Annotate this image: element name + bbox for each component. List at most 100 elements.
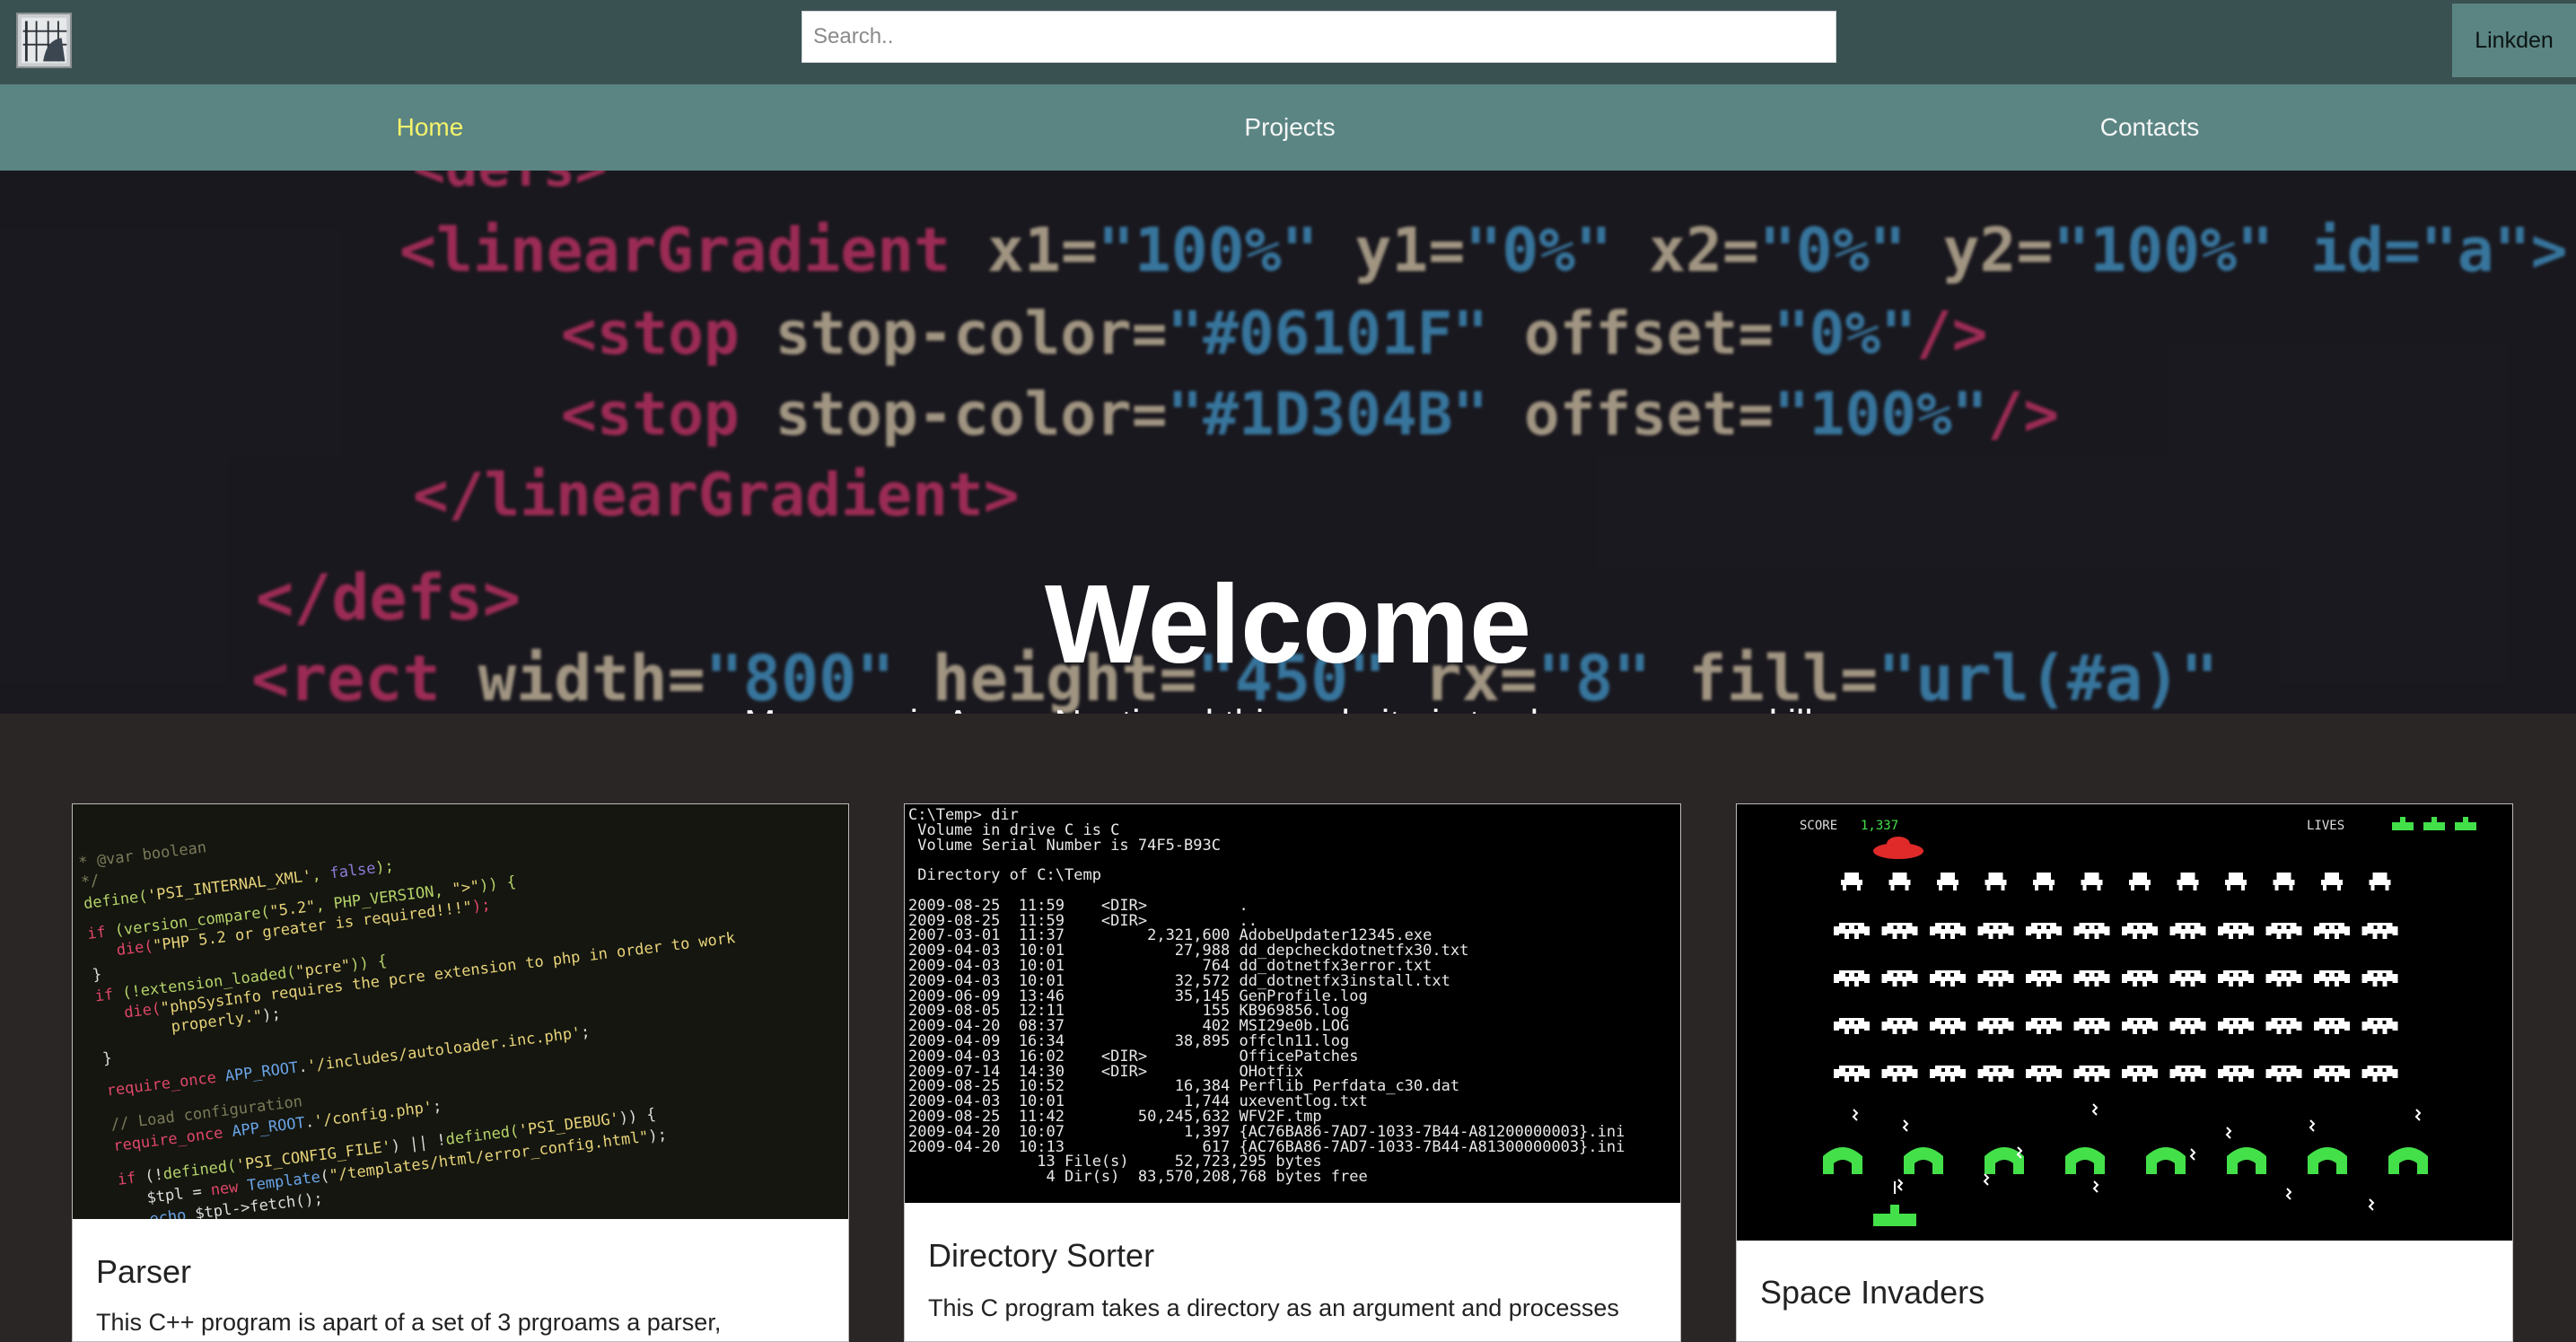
alien-sprite bbox=[2218, 1066, 2254, 1082]
alien-sprite bbox=[2169, 1018, 2206, 1034]
svg-text:}: } bbox=[101, 1049, 113, 1068]
alien-sprite bbox=[2361, 970, 2398, 987]
alien-sprite bbox=[1881, 1018, 1918, 1034]
alien-sprite bbox=[1834, 1018, 1870, 1034]
enemy-shot bbox=[2225, 1127, 2232, 1139]
alien-sprite bbox=[1834, 970, 1870, 987]
alien-sprite bbox=[1881, 923, 1918, 939]
bunker-shield bbox=[2388, 1147, 2428, 1174]
alien-sprite bbox=[1930, 970, 1966, 987]
alien-sprite bbox=[2265, 970, 2302, 987]
alien-sprite bbox=[2073, 1018, 2110, 1034]
svg-text:}: } bbox=[92, 965, 103, 984]
alien-sprite bbox=[1881, 1066, 1918, 1082]
alien-sprite bbox=[2225, 873, 2247, 890]
hero-title: Welcome bbox=[1044, 563, 1532, 687]
terminal-line: Volume Serial Number is 74F5-B93C bbox=[908, 836, 1221, 855]
ufo-sprite bbox=[1873, 837, 1923, 859]
project-description-directory-sorter: This C program takes a directory as an a… bbox=[928, 1294, 1619, 1321]
svg-text:* @var boolean: * @var boolean bbox=[77, 838, 207, 872]
alien-sprite bbox=[1834, 923, 1870, 939]
alien-sprite bbox=[2122, 1066, 2158, 1082]
alien-sprite bbox=[1937, 873, 1958, 890]
nav-projects-link[interactable]: Projects bbox=[860, 84, 1720, 171]
enemy-shot bbox=[1897, 1179, 1904, 1191]
bunker-shield bbox=[1985, 1147, 2024, 1174]
alien-sprite bbox=[2314, 1066, 2350, 1082]
main-nav: Home Projects Contacts bbox=[0, 84, 2576, 171]
score-value: 1,337 bbox=[1861, 819, 1898, 833]
alien-sprite bbox=[2177, 873, 2199, 890]
bunker-shield bbox=[2065, 1147, 2105, 1174]
alien-sprite bbox=[2361, 1018, 2398, 1034]
life-icon bbox=[2423, 817, 2445, 830]
nav-contacts-link[interactable]: Contacts bbox=[1720, 84, 2576, 171]
enemy-shot bbox=[2091, 1103, 2098, 1116]
enemy-shot bbox=[1852, 1109, 1859, 1121]
alien-sprite bbox=[1841, 873, 1862, 890]
alien-sprite bbox=[1834, 1066, 1870, 1082]
project-image-directory-sorter: C:\Temp> dir Volume in drive C is C Volu… bbox=[905, 804, 1680, 1203]
alien-sprite bbox=[2314, 970, 2350, 987]
player-cannon bbox=[1873, 1205, 1916, 1226]
alien-sprite bbox=[1930, 1018, 1966, 1034]
alien-sprite bbox=[1930, 923, 1966, 939]
alien-sprite bbox=[2218, 1018, 2254, 1034]
logo-image bbox=[18, 14, 70, 66]
bunker-shield bbox=[1823, 1147, 1862, 1174]
project-title-parser: Parser bbox=[96, 1253, 192, 1290]
alien-sprite bbox=[1977, 923, 2014, 939]
life-icon bbox=[2392, 817, 2414, 830]
alien-sprite bbox=[2314, 1018, 2350, 1034]
bunker-shield bbox=[2308, 1147, 2347, 1174]
project-title-space-invaders: Space Invaders bbox=[1760, 1274, 1985, 1311]
alien-sprite bbox=[1977, 1066, 2014, 1082]
project-image-space-invaders: SCORE 1,337 LIVES bbox=[1737, 804, 2512, 1241]
project-title-directory-sorter: Directory Sorter bbox=[928, 1237, 1155, 1274]
nav-home-link[interactable]: Home bbox=[0, 84, 860, 171]
alien-sprite bbox=[2122, 923, 2158, 939]
player-shot bbox=[1894, 1181, 1896, 1194]
alien-sprite bbox=[2026, 923, 2062, 939]
alien-sprite bbox=[2218, 970, 2254, 987]
alien-sprite bbox=[2265, 1018, 2302, 1034]
alien-sprite bbox=[2273, 873, 2295, 890]
alien-sprite bbox=[2265, 923, 2302, 939]
alien-sprite bbox=[1977, 1018, 2014, 1034]
alien-sprite bbox=[2218, 923, 2254, 939]
hero-banner: <linearGradient x1="100%" y1="0%" x2="0%… bbox=[0, 171, 2576, 714]
enemy-shot bbox=[1902, 1119, 1909, 1132]
enemy-shot bbox=[2285, 1188, 2292, 1200]
enemy-shot bbox=[2368, 1198, 2375, 1211]
hero-subtitle: My name is Aryan Nesti and this website … bbox=[0, 702, 2576, 714]
score-label: SCORE bbox=[1800, 819, 1837, 833]
terminal-output: C:\Temp> dir Volume in drive C is C Volu… bbox=[905, 804, 1680, 1189]
search-input[interactable] bbox=[802, 11, 1836, 63]
terminal-line: 4 Dir(s) 83,570,208,768 bytes free bbox=[908, 1168, 1368, 1187]
project-image-parser: * @var boolean */ define('PSI_INTERNAL_X… bbox=[73, 804, 848, 1219]
bunker-shield bbox=[2146, 1147, 2186, 1174]
lives-label: LIVES bbox=[2307, 819, 2344, 833]
alien-sprite bbox=[2122, 1018, 2158, 1034]
alien-sprite bbox=[2026, 970, 2062, 987]
project-card-parser[interactable]: * @var boolean */ define('PSI_INTERNAL_X… bbox=[72, 803, 849, 1342]
alien-sprite bbox=[2169, 970, 2206, 987]
project-card-space-invaders[interactable]: SCORE 1,337 LIVES Space Invaders bbox=[1736, 803, 2513, 1342]
linkedin-button[interactable]: Linkden bbox=[2452, 4, 2576, 77]
alien-sprite bbox=[1985, 873, 2007, 890]
site-logo[interactable] bbox=[16, 13, 72, 68]
enemy-shot bbox=[2092, 1180, 2099, 1193]
alien-sprite bbox=[2081, 873, 2103, 890]
alien-sprite bbox=[2073, 923, 2110, 939]
alien-sprite bbox=[2321, 873, 2343, 890]
bunker-shield bbox=[1904, 1147, 1943, 1174]
project-card-directory-sorter[interactable]: C:\Temp> dir Volume in drive C is C Volu… bbox=[904, 803, 1681, 1342]
alien-sprite bbox=[2026, 1066, 2062, 1082]
svg-text:*/: */ bbox=[80, 872, 101, 891]
alien-sprite bbox=[2122, 970, 2158, 987]
alien-sprite bbox=[2369, 873, 2391, 890]
alien-sprite bbox=[1888, 873, 1911, 890]
bunker-shield bbox=[2227, 1147, 2266, 1174]
terminal-line: Directory of C:\Temp bbox=[908, 866, 1101, 885]
top-bar: Linkden bbox=[0, 0, 2576, 84]
